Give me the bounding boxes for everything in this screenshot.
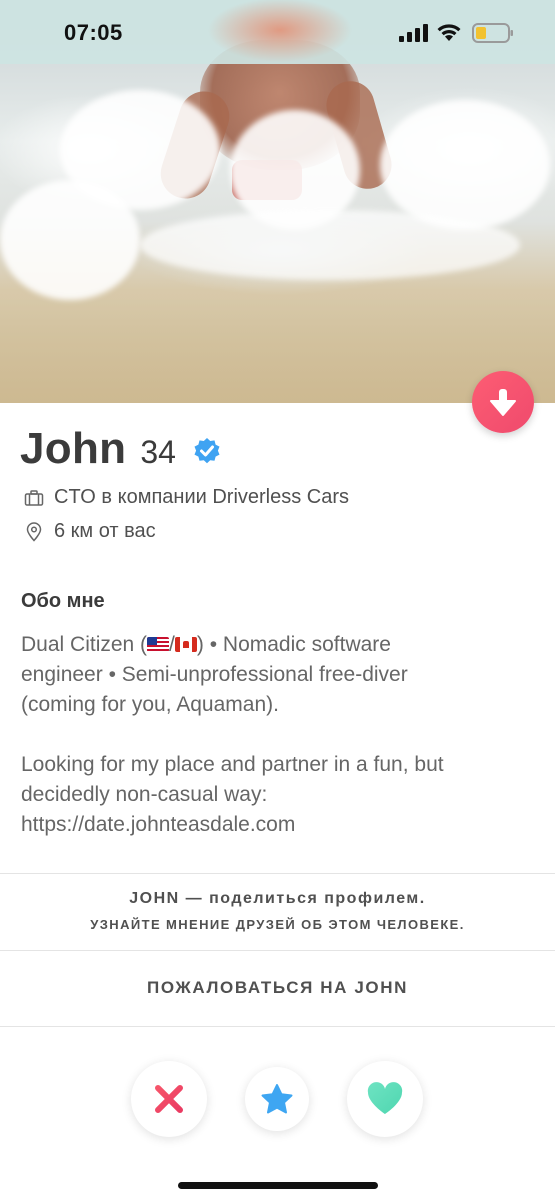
bio-line1-end: ) • Nomadic software [196,633,391,656]
verified-badge-icon [194,438,220,464]
us-flag-icon [147,637,170,652]
photo-wave-foam [380,100,550,230]
photo-wave-foam [140,210,520,280]
share-profile-button[interactable]: JOHN — поделиться профилем. [0,890,555,908]
profile-name: John [20,424,127,473]
photo-wave-foam [0,180,140,300]
divider [0,950,555,951]
bio-line1: Dual Citizen (/) • Nomadic software [21,633,391,656]
heart-icon [367,1082,403,1114]
job-row: CTO в компании Driverless Cars [24,486,349,509]
job-text: CTO в компании Driverless Cars [54,486,350,508]
briefcase-icon [24,489,44,506]
about-bio: Dual Citizen (/) • Nomadic software engi… [21,630,541,840]
home-indicator[interactable] [178,1182,378,1189]
signal-icon [399,24,428,42]
bio-line2: engineer • Semi-unprofessional free-dive… [21,663,408,686]
distance-row: 6 км от вас [24,520,156,543]
report-button[interactable]: ПОЖАЛОВАТЬСЯ НА JOHN [0,978,555,998]
canada-flag-icon [174,637,197,652]
divider [0,873,555,874]
arrow-down-icon [490,389,516,416]
wifi-icon [437,24,461,41]
x-icon [155,1085,183,1113]
nope-button[interactable] [131,1061,207,1137]
bio-line3: (coming for you, Aquaman). [21,693,279,716]
status-time: 07:05 [64,20,123,45]
divider [0,1026,555,1027]
profile-age: 34 [140,434,176,470]
status-bar: 07:05 [0,0,555,64]
photo-sand [0,300,555,403]
collapse-profile-button[interactable] [472,371,534,433]
profile-header: John 34 [20,424,176,480]
location-pin-icon [26,521,42,542]
bio-link[interactable]: https://date.johnteasdale.com [21,813,295,836]
battery-icon [472,23,513,43]
super-like-button[interactable] [245,1067,309,1131]
like-button[interactable] [347,1061,423,1137]
share-profile-subtitle: УЗНАЙТЕ МНЕНИЕ ДРУЗЕЙ ОБ ЭТОМ ЧЕЛОВЕКЕ. [90,917,465,932]
distance-text: 6 км от вас [54,520,156,542]
star-icon [261,1084,293,1114]
bio-line4: Looking for my place and partner in a fu… [21,753,444,776]
status-bar-blur [180,0,380,64]
bio-line1-start: Dual Citizen ( [21,633,148,656]
bio-line5: decidedly non-casual way: [21,783,268,806]
about-title: Обо мне [21,590,105,612]
